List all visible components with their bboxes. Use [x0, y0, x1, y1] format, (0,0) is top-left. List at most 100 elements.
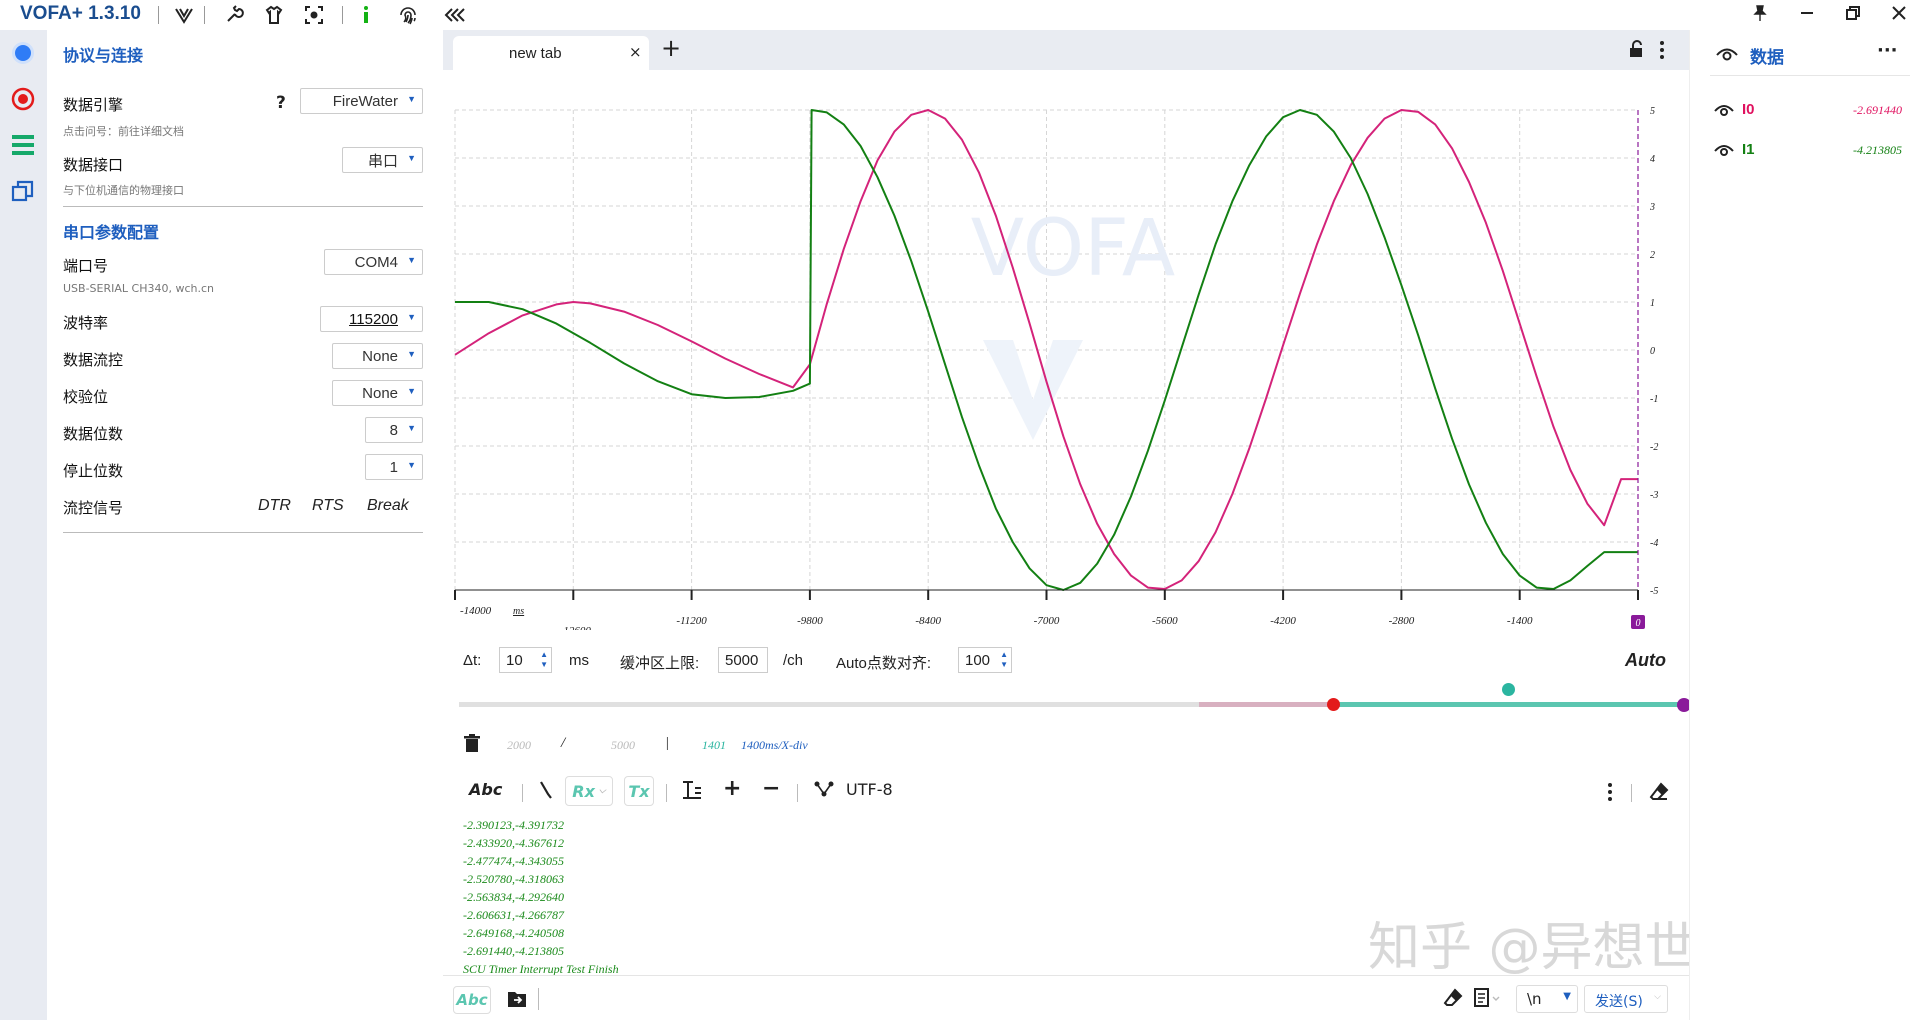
interface-hint: 与下位机通信的物理接口 [63, 184, 184, 197]
log-line: -2.433920,-4.367612 [463, 836, 564, 850]
tshirt-icon[interactable] [262, 3, 286, 27]
chart-controls: Δt: 10 ▲ ▼ ms 缓冲区上限: 5000 /ch Auto点数对齐: 1… [443, 630, 1689, 690]
send-button[interactable]: 发送(S) ⌵ [1584, 985, 1668, 1013]
engine-select[interactable]: FireWater [300, 88, 423, 114]
slider-center-handle[interactable] [1502, 683, 1515, 696]
data-panel-more-button[interactable]: ··· [1877, 40, 1898, 61]
vofa-logo-icon[interactable] [172, 3, 196, 27]
restore-icon[interactable] [1844, 4, 1862, 26]
divider [63, 532, 423, 533]
title-bar: VOFA+ 1.3.10 [0, 0, 1920, 30]
log-line: -2.606631,-4.266787 [463, 908, 564, 922]
more-vertical-icon[interactable] [1606, 782, 1614, 806]
tab-strip: new tab × + [443, 30, 1689, 70]
slider-start-handle[interactable] [1327, 698, 1340, 711]
eye-icon[interactable] [1714, 103, 1734, 122]
auto-align-input[interactable]: 100 ▲ ▼ [958, 647, 1012, 673]
eraser-icon[interactable] [1443, 988, 1463, 1012]
interface-select[interactable]: 串口 [342, 147, 423, 173]
text-format-icon[interactable] [681, 780, 703, 800]
eol-select[interactable]: \n ▼ [1516, 985, 1578, 1013]
title-separator [158, 6, 159, 24]
y-tick-label: 4 [1650, 154, 1655, 165]
encoding-icon[interactable] [814, 780, 834, 798]
x-tick-label: -7000 [1034, 615, 1060, 627]
trash-icon[interactable] [463, 734, 481, 758]
add-tab-button[interactable]: + [661, 34, 681, 62]
fingerprint-icon[interactable] [396, 3, 420, 27]
dt-input[interactable]: 10 ▲ ▼ [499, 647, 552, 673]
rx-toggle[interactable]: Rx ⌵ [565, 776, 613, 806]
waveform-chart[interactable]: VOFA -14000-12600-11200-9800-8400-7000-5… [443, 70, 1689, 630]
tx-toggle[interactable]: Tx [624, 776, 654, 806]
help-button[interactable]: ? [276, 93, 286, 113]
section-title-connection: 协议与连接 [63, 48, 144, 65]
y-tick-label: 2 [1650, 250, 1655, 261]
divider [63, 206, 423, 207]
flow-control-select[interactable]: None [332, 343, 423, 369]
history-icon[interactable] [1473, 988, 1501, 1012]
close-icon[interactable] [1890, 4, 1908, 26]
lock-icon[interactable] [1627, 40, 1645, 62]
capture-icon[interactable] [302, 3, 326, 27]
spin-arrows-icon[interactable]: ▲ ▼ [540, 650, 548, 670]
data-item-name: I1 [1742, 141, 1755, 158]
spin-arrows-icon[interactable]: ▲ ▼ [1000, 650, 1008, 670]
rts-toggle[interactable]: RTS [312, 497, 344, 515]
time-range-slider[interactable] [459, 683, 1691, 720]
more-vertical-icon[interactable] [1658, 40, 1666, 64]
toolbar-separator [538, 988, 539, 1010]
wrench-icon[interactable] [222, 3, 246, 27]
pin-icon[interactable] [1751, 4, 1769, 26]
tab-new-tab[interactable]: new tab × [453, 36, 649, 70]
zoom-out-button[interactable]: − [762, 776, 780, 801]
log-line: -2.691440,-4.213805 [463, 944, 564, 958]
eraser-icon[interactable] [1649, 782, 1669, 806]
x-tick-label: -4200 [1270, 615, 1296, 627]
data-panel: 数据 ··· I0 -2.691440 I1 -4.213805 [1689, 30, 1920, 1020]
stop-bits-label: 停止位数 [63, 463, 124, 480]
x-tick-label: -9800 [797, 615, 823, 627]
dtr-toggle[interactable]: DTR [258, 497, 291, 515]
dt-label: Δt: [463, 652, 482, 669]
x-unit-label: ms [513, 606, 524, 617]
main-area: new tab × + VOFA -14000-12600-11200-9800… [443, 30, 1691, 1020]
interface-label: 数据接口 [63, 157, 124, 174]
zoom-in-button[interactable]: + [723, 776, 741, 801]
connection-nav-icon[interactable] [8, 38, 38, 68]
port-label: 端口号 [63, 258, 109, 275]
data-item-i1[interactable]: I1 -4.213805 [1710, 138, 1910, 164]
tab-close-button[interactable]: × [629, 43, 642, 61]
stop-bits-select[interactable]: 1 [365, 454, 423, 480]
send-text-mode-button[interactable]: Abc [453, 986, 491, 1014]
encoding-select[interactable]: UTF-8 [846, 780, 893, 799]
engine-hint: 点击问号：前往详细文档 [63, 125, 184, 138]
chevron-down-icon: ▼ [1563, 991, 1571, 1002]
record-nav-icon[interactable] [8, 84, 38, 114]
info-icon[interactable] [354, 3, 378, 27]
auto-mode-button[interactable]: Auto [1625, 650, 1666, 671]
commands-nav-icon[interactable] [8, 130, 38, 160]
hook-icon[interactable] [538, 780, 552, 800]
widgets-nav-icon[interactable] [8, 176, 38, 206]
minimize-icon[interactable] [1798, 4, 1816, 26]
y-tick-label: 5 [1650, 106, 1655, 117]
text-mode-button[interactable]: Abc [469, 780, 502, 799]
buffer-input[interactable]: 5000 [718, 647, 768, 673]
eye-icon[interactable] [1714, 143, 1734, 162]
baud-select[interactable]: 115200 [320, 306, 423, 332]
send-bar: Abc \n ▼ 发送(S) ⌵ [443, 975, 1689, 1020]
slider-track-mid [1199, 702, 1334, 707]
collapse-panel-icon[interactable] [443, 3, 467, 27]
nav-rail [0, 30, 47, 1020]
port-select[interactable]: COM4 [324, 249, 423, 275]
data-item-i0[interactable]: I0 -2.691440 [1710, 98, 1910, 124]
send-file-icon[interactable] [507, 990, 527, 1012]
data-bits-select[interactable]: 8 [365, 417, 423, 443]
break-toggle[interactable]: Break [367, 497, 409, 515]
eye-icon[interactable] [1716, 46, 1738, 66]
dt-value: 10 [506, 651, 523, 669]
watermark-logo [983, 340, 1083, 440]
toolbar-separator [666, 784, 667, 802]
parity-select[interactable]: None [332, 380, 423, 406]
